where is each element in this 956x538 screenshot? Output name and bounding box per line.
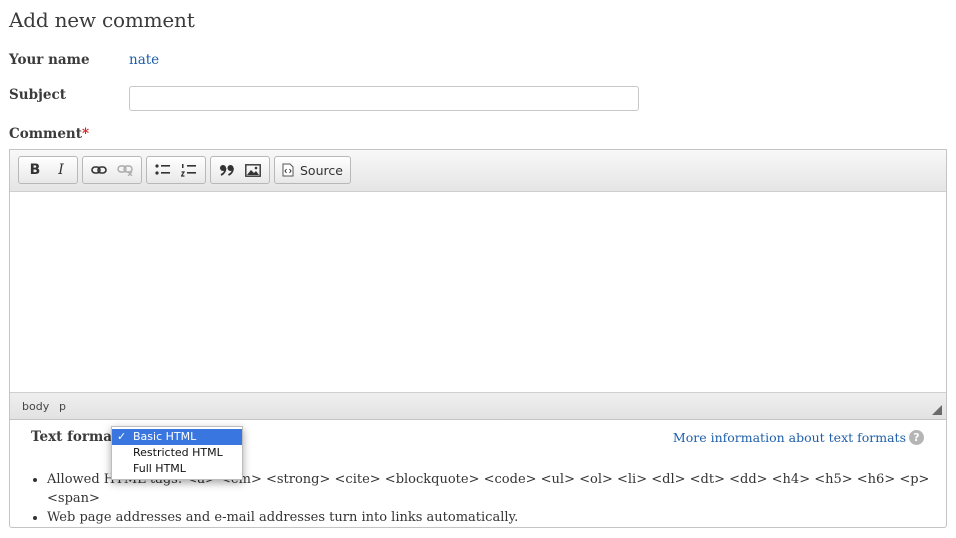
checkmark-icon: ✓: [117, 430, 127, 443]
source-icon: [282, 163, 294, 177]
blockquote-button[interactable]: [214, 158, 240, 182]
blockquote-icon: [220, 165, 234, 176]
required-marker: *: [81, 126, 90, 142]
your-name-label: Your name: [9, 52, 90, 68]
element-path-bar: body p: [10, 392, 946, 419]
list-item: Web page addresses and e-mail addresses …: [47, 508, 946, 527]
option-label: Restricted HTML: [133, 446, 223, 459]
resize-handle[interactable]: [932, 405, 942, 415]
image-button[interactable]: [240, 158, 266, 182]
format-option-restricted-html[interactable]: Restricted HTML: [112, 445, 242, 461]
text-format-dropdown[interactable]: ✓ Basic HTML Restricted HTML Full HTML: [111, 426, 243, 480]
editor-toolbar: B I Source: [10, 150, 946, 192]
basic-styles-group: B I: [18, 156, 78, 184]
links-group: [82, 156, 142, 184]
source-button-label: Source: [300, 162, 343, 178]
path-item-p[interactable]: p: [59, 400, 66, 413]
numbered-list-icon: [181, 164, 196, 177]
more-info-link[interactable]: More information about text formats: [673, 430, 906, 445]
help-icon[interactable]: ?: [909, 430, 924, 445]
option-label: Basic HTML: [133, 430, 197, 443]
format-option-full-html[interactable]: Full HTML: [112, 461, 242, 477]
text-format-label: Text format: [31, 429, 119, 445]
unlink-button[interactable]: [112, 158, 138, 182]
image-icon: [245, 163, 261, 177]
comment-body-editable[interactable]: [10, 192, 946, 393]
option-label: Full HTML: [133, 462, 186, 475]
path-item-body[interactable]: body: [22, 400, 49, 413]
link-button[interactable]: [86, 158, 112, 182]
source-button[interactable]: Source: [278, 158, 347, 182]
numbered-list-button[interactable]: [176, 158, 202, 182]
lists-group: [146, 156, 206, 184]
unlink-icon: [117, 165, 133, 176]
comment-editor: B I Source body p: [9, 149, 947, 420]
page-title: Add new comment: [9, 8, 195, 32]
italic-button[interactable]: I: [48, 158, 74, 182]
bulleted-list-button[interactable]: [150, 158, 176, 182]
subject-input[interactable]: [129, 86, 639, 111]
comment-label: Comment*: [9, 126, 90, 142]
format-option-basic-html[interactable]: ✓ Basic HTML: [112, 429, 242, 445]
bold-button[interactable]: B: [22, 158, 48, 182]
source-group: Source: [274, 156, 351, 184]
your-name-value[interactable]: nate: [129, 52, 159, 68]
link-icon: [91, 166, 107, 174]
subject-label: Subject: [9, 87, 66, 103]
media-group: [210, 156, 270, 184]
bulleted-list-icon: [155, 164, 170, 175]
